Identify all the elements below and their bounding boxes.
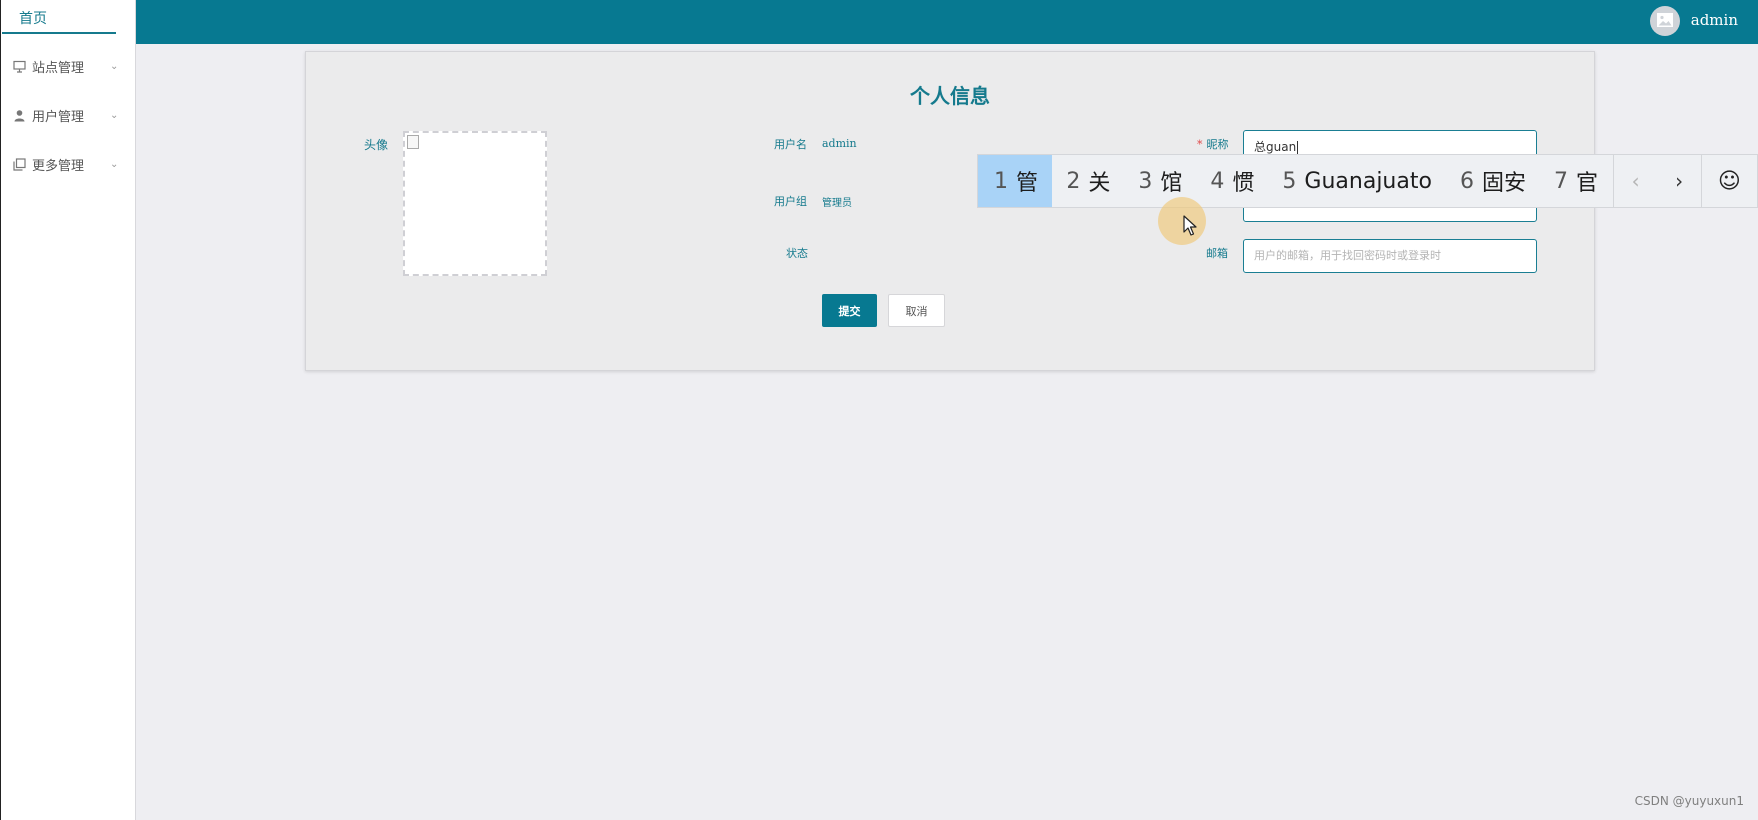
header-username[interactable]: admin (1691, 11, 1738, 29)
chevron-down-icon: ⌄ (110, 159, 119, 170)
required-mark: * (1197, 138, 1203, 151)
candidate-number: 3 (1138, 168, 1153, 194)
sidebar-item-label: 更多管理 (32, 159, 85, 174)
copy-icon (12, 158, 26, 172)
user-avatar[interactable] (1650, 6, 1680, 36)
candidate-text: 官 (1575, 171, 1598, 196)
image-icon (1657, 12, 1673, 31)
candidate-number: 1 (994, 168, 1008, 194)
candidate-text: 固安 (1481, 171, 1526, 196)
sidebar-item-site-management[interactable]: 站点管理 ⌄ (1, 42, 135, 91)
candidate-text: Guanajuato (1304, 168, 1432, 194)
sidebar-item-more-management[interactable]: 更多管理 ⌄ (1, 140, 135, 189)
nickname-label-text: 昵称 (1206, 138, 1229, 151)
candidate-text: 管 (1016, 171, 1039, 196)
sidebar-item-user-management[interactable]: 用户管理 ⌄ (1, 91, 135, 140)
ime-candidate[interactable]: 4惯 (1196, 155, 1268, 207)
sidebar-item-label: 用户管理 (32, 110, 85, 125)
top-header: admin (136, 0, 1758, 44)
candidate-number: 4 (1210, 168, 1225, 194)
ime-candidate[interactable]: 2关 (1052, 155, 1124, 207)
chevron-right-icon[interactable]: › (1657, 155, 1700, 207)
avatar-label: 头像 (364, 138, 389, 152)
user-icon (12, 109, 26, 123)
email-input[interactable]: 用户的邮箱，用于找回密码时或登录时 (1243, 239, 1537, 273)
nav-home-tab[interactable]: 首页 (2, 0, 116, 34)
ime-candidate[interactable]: 6 固安 (1446, 155, 1540, 207)
candidate-text: 馆 (1160, 171, 1183, 196)
sidebar-item-label: 站点管理 (32, 61, 85, 76)
group-value: 管理员 (822, 198, 852, 209)
text-caret (1297, 140, 1299, 155)
candidate-text: 惯 (1232, 171, 1255, 196)
avatar-upload[interactable] (403, 131, 547, 276)
ime-candidate[interactable]: 1管 (978, 155, 1053, 207)
nickname-label: * 昵称 (1197, 136, 1229, 152)
candidate-text: 关 (1088, 171, 1111, 196)
profile-card: 个人信息 头像 用户名 admin 用户组 管理员 状态 * 昵称 总guan 邮… (305, 51, 1595, 371)
group-label: 用户组 (774, 195, 807, 208)
page-title: 个人信息 (910, 84, 990, 108)
ime-candidate[interactable]: 5 Guanajuato (1268, 155, 1446, 207)
username-value: admin (822, 137, 857, 150)
ime-candidate[interactable]: 7官 (1540, 155, 1612, 207)
watermark: CSDN @yuyuxun1 (1634, 794, 1744, 808)
chevron-down-icon: ⌄ (110, 110, 119, 121)
chevron-down-icon: ⌄ (110, 61, 119, 72)
ime-candidate-bar: 1管 2关 3馆 4惯 5 Guanajuato 6 固安 7官 ‹ › ☺ (977, 154, 1758, 208)
candidate-number: 2 (1066, 168, 1081, 194)
status-label: 状态 (786, 247, 808, 260)
mouse-cursor-icon (1183, 215, 1199, 241)
broken-image-icon (407, 135, 419, 149)
monitor-icon (12, 60, 26, 74)
candidate-number: 5 (1282, 168, 1297, 194)
nickname-value: 总guan (1254, 140, 1297, 154)
username-label: 用户名 (774, 138, 807, 151)
sidebar: 首页 站点管理 ⌄ 用户管理 ⌄ 更多管理 ⌄ (0, 0, 136, 820)
email-label: 邮箱 (1206, 247, 1228, 260)
cancel-button[interactable]: 取消 (888, 294, 945, 327)
submit-button[interactable]: 提交 (822, 294, 877, 327)
chevron-left-icon[interactable]: ‹ (1612, 155, 1657, 207)
smiley-icon[interactable]: ☺ (1700, 155, 1757, 207)
candidate-number: 7 (1553, 168, 1568, 194)
candidate-number: 6 (1459, 168, 1474, 194)
